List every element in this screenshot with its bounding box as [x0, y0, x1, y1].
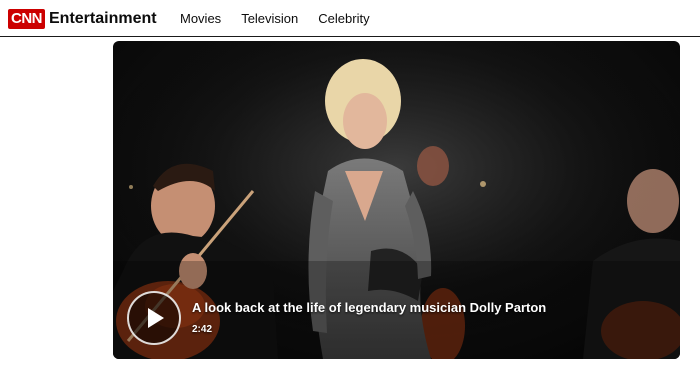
cnn-logo[interactable]: CNN Entertainment — [8, 8, 157, 29]
play-icon — [148, 308, 164, 328]
video-duration: 2:42 — [192, 324, 213, 335]
video-title[interactable]: A look back at the life of legendary mus… — [192, 300, 546, 315]
video-player[interactable]: A look back at the life of legendary mus… — [113, 41, 680, 359]
section-title[interactable]: Entertainment — [49, 10, 157, 28]
top-navigation-bar: CNN Entertainment Movies Television Cele… — [0, 0, 700, 37]
nav-link-celebrity[interactable]: Celebrity — [318, 11, 369, 26]
cnn-logo-mark[interactable]: CNN — [8, 8, 45, 29]
section-nav: Movies Television Celebrity — [180, 0, 370, 37]
nav-link-movies[interactable]: Movies — [180, 11, 221, 26]
nav-link-television[interactable]: Television — [241, 11, 298, 26]
play-button[interactable] — [127, 291, 181, 345]
